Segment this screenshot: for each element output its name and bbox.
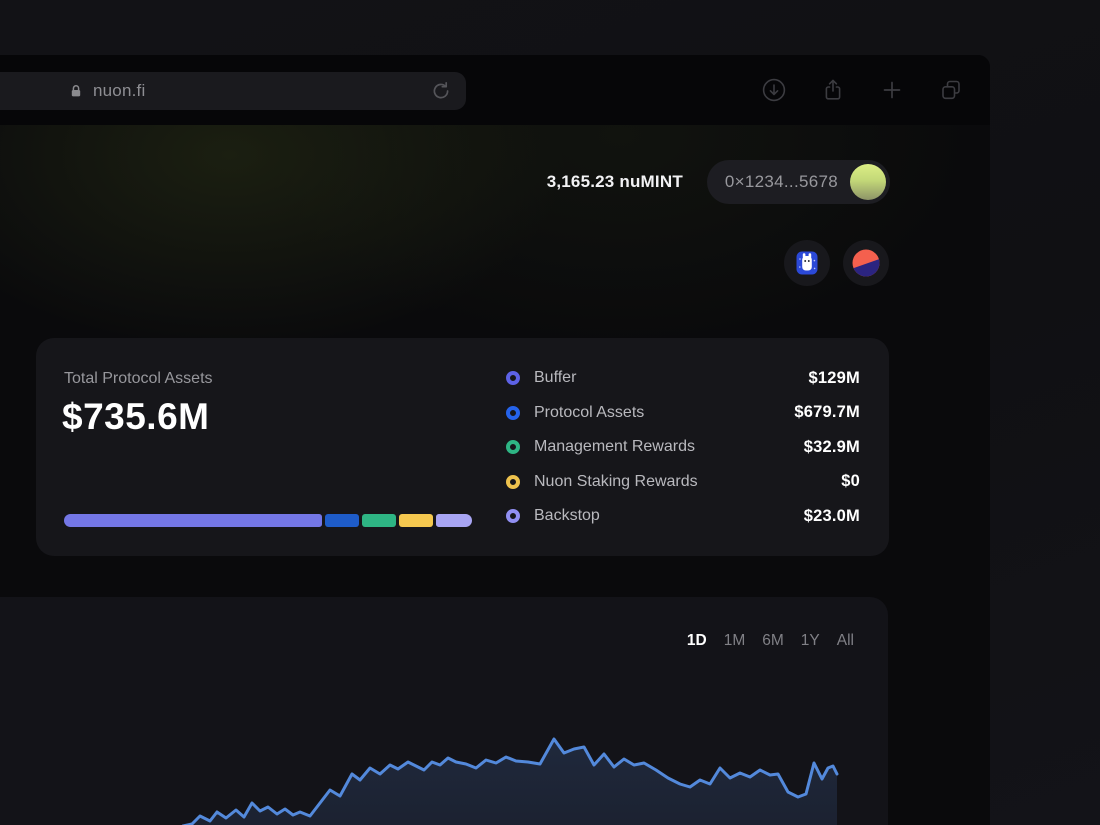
new-tab-icon[interactable] bbox=[879, 77, 905, 103]
legend-value: $0 bbox=[841, 472, 860, 491]
page-content: 3,165.23 nuMINT 0×1234...5678 Total Prot… bbox=[0, 125, 990, 825]
reload-icon[interactable] bbox=[430, 80, 452, 107]
share-icon[interactable] bbox=[820, 77, 846, 103]
browser-window: nuon.fi 3,165.23 nuMINT 0×1234...5678 To… bbox=[0, 55, 990, 825]
pie-logo-button[interactable] bbox=[843, 240, 889, 286]
management-rewards-dot bbox=[506, 440, 520, 455]
wallet-header: 3,165.23 nuMINT 0×1234...5678 bbox=[547, 160, 890, 204]
legend-value: $32.9M bbox=[803, 437, 860, 456]
wallet-address-button[interactable]: 0×1234...5678 bbox=[706, 160, 890, 204]
legend-label: Backstop bbox=[534, 507, 600, 525]
bar-segment-protocol-assets bbox=[324, 514, 359, 527]
defillama-button[interactable] bbox=[784, 240, 830, 286]
wallet-avatar bbox=[850, 164, 886, 200]
bar-segment-nuon-staking-rewards bbox=[399, 514, 434, 527]
legend-label: Buffer bbox=[534, 369, 577, 387]
browser-toolbar: nuon.fi bbox=[0, 55, 990, 125]
assets-line-chart[interactable] bbox=[0, 597, 888, 825]
wallet-address: 0×1234...5678 bbox=[724, 172, 838, 191]
lock-icon bbox=[68, 83, 84, 99]
legend-label: Protocol Assets bbox=[534, 403, 645, 421]
protocol-assets-dot bbox=[506, 405, 520, 420]
asset-allocation-bar bbox=[64, 514, 472, 527]
numint-balance: 3,165.23 nuMINT bbox=[546, 172, 683, 191]
legend-row: Backstop $23.0M bbox=[506, 499, 860, 534]
assets-chart-card: 1D 1M 6M 1Y All bbox=[0, 597, 888, 825]
legend-row: Protocol Assets $679.7M bbox=[506, 396, 860, 431]
legend-value: $23.0M bbox=[803, 506, 860, 525]
bar-segment-management-rewards bbox=[361, 514, 397, 527]
total-assets-value: $735.6M bbox=[62, 396, 210, 437]
total-protocol-assets-card: Total Protocol Assets $735.6M Buffer $12… bbox=[36, 338, 889, 556]
download-icon[interactable] bbox=[761, 77, 787, 103]
legend-label: Nuon Staking Rewards bbox=[534, 472, 698, 490]
defillama-icon bbox=[796, 251, 818, 275]
legend-row: Buffer $129M bbox=[506, 361, 860, 396]
legend-label: Management Rewards bbox=[534, 438, 695, 456]
address-bar[interactable]: nuon.fi bbox=[0, 72, 466, 110]
backstop-dot bbox=[506, 509, 520, 524]
bar-segment-buffer bbox=[64, 514, 322, 527]
toolbar-buttons bbox=[761, 55, 964, 125]
card-title: Total Protocol Assets bbox=[64, 370, 213, 387]
pie-logo-icon bbox=[852, 249, 880, 277]
asset-legend: Buffer $129M Protocol Assets $679.7M Man… bbox=[506, 361, 860, 534]
legend-value: $129M bbox=[808, 368, 860, 387]
bar-segment-backstop bbox=[436, 514, 472, 527]
nuon-staking-rewards-dot bbox=[506, 474, 520, 489]
legend-row: Nuon Staking Rewards $0 bbox=[506, 465, 860, 500]
buffer-dot bbox=[506, 371, 520, 386]
tab-overview-icon[interactable] bbox=[938, 77, 964, 103]
url-text: nuon.fi bbox=[93, 81, 146, 100]
legend-value: $679.7M bbox=[794, 403, 860, 422]
legend-row: Management Rewards $32.9M bbox=[506, 430, 860, 465]
external-links bbox=[784, 240, 889, 286]
